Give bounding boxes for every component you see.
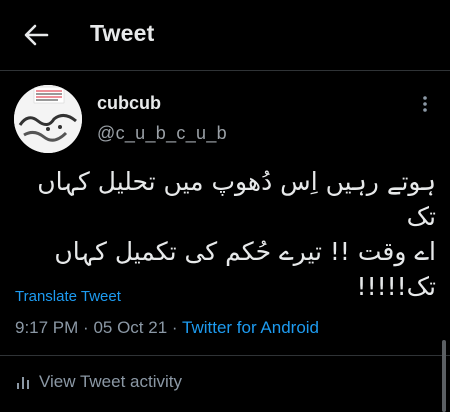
back-button[interactable] (18, 17, 54, 53)
more-options-button[interactable] (414, 92, 436, 116)
user-handle[interactable]: @c_u_b_c_u_b (97, 123, 227, 144)
tweet-time: 9:17 PM (15, 318, 79, 337)
translate-tweet-link[interactable]: Translate Tweet (15, 288, 121, 305)
tweet-text-line: ہوتے رہیں اِس دُھوپ میں تحلیل کہاں تک (37, 167, 436, 231)
arrow-left-icon (24, 24, 49, 46)
separator: · (83, 318, 89, 337)
divider (0, 355, 450, 356)
separator: · (171, 318, 178, 337)
avatar-image (14, 85, 82, 153)
activity-label: View Tweet activity (39, 372, 182, 391)
tweet-text-line: اے وقت !! تیرے حُکم کی تکمیل کہاں (54, 237, 436, 266)
source-link[interactable]: Twitter for Android (182, 318, 319, 337)
scrollbar[interactable] (442, 340, 446, 412)
tweet-metadata: 9:17 PM · 05 Oct 21 · Twitter for Androi… (15, 318, 319, 338)
page-title: Tweet (90, 20, 155, 46)
avatar[interactable] (14, 85, 82, 153)
tweet-text: ہوتے رہیں اِس دُھوپ میں تحلیل کہاں تک اے… (16, 164, 436, 304)
tweet-date: 05 Oct 21 (93, 318, 168, 337)
display-name[interactable]: cubcub (97, 93, 161, 114)
bar-chart-icon (17, 377, 29, 389)
view-tweet-activity-button[interactable]: View Tweet activity (15, 372, 182, 392)
top-bar: Tweet (0, 0, 450, 71)
vertical-ellipsis-icon (423, 96, 427, 112)
